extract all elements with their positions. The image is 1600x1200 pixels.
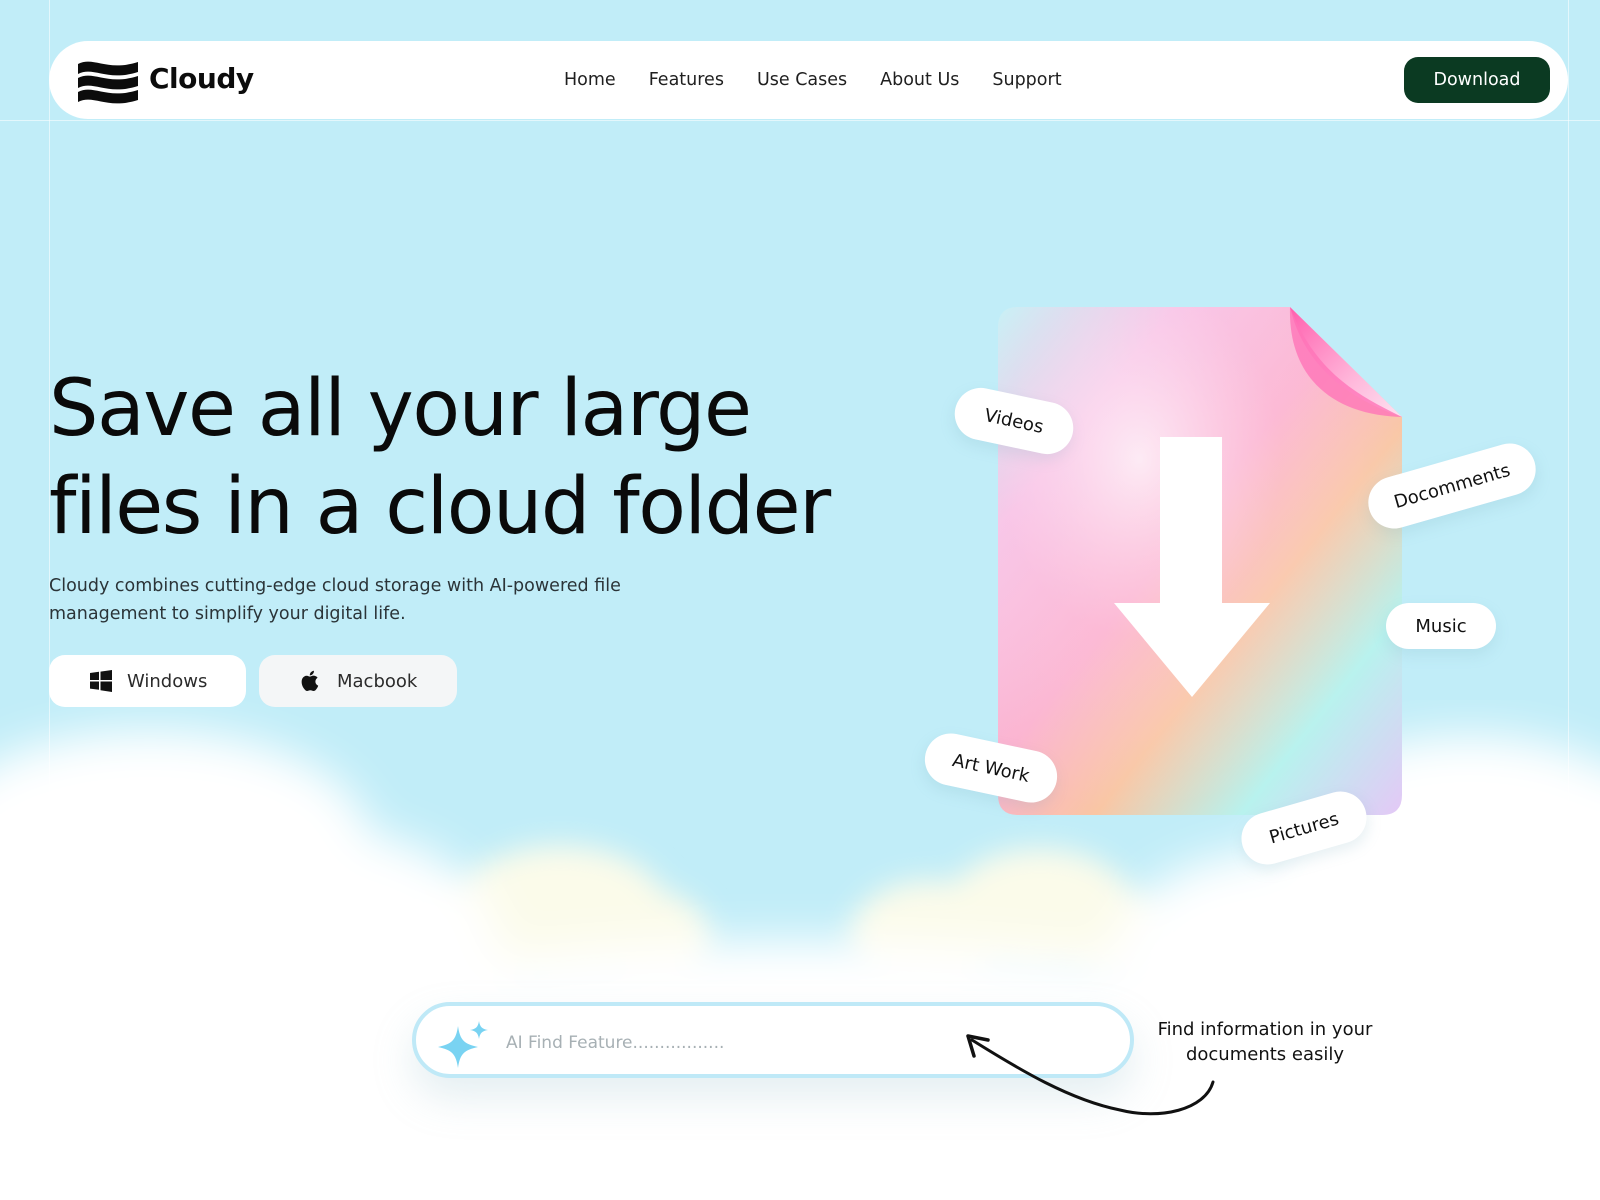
macbook-button-label: Macbook	[337, 670, 418, 692]
hero-subtitle: Cloudy combines cutting-edge cloud stora…	[49, 576, 621, 624]
windows-icon	[90, 670, 112, 692]
macbook-download-button[interactable]: Macbook	[259, 655, 457, 707]
holographic-file-download-icon	[998, 307, 1402, 815]
nav-link-support[interactable]: Support	[992, 70, 1061, 90]
wave-logo-icon[interactable]	[76, 58, 140, 104]
apple-icon	[301, 670, 319, 691]
guide-line-top	[0, 120, 1600, 121]
download-button[interactable]: Download	[1404, 57, 1550, 103]
nav-link-use-cases[interactable]: Use Cases	[757, 70, 847, 90]
windows-download-button[interactable]: Windows	[49, 655, 246, 707]
nav-link-features[interactable]: Features	[649, 70, 724, 90]
nav-link-about-us[interactable]: About Us	[880, 70, 959, 90]
main-menu: Home Features Use Cases About Us Support	[564, 41, 1095, 119]
hero-headline-line2: files in a cloud folder	[49, 462, 831, 552]
sparkle-icon	[438, 1021, 488, 1068]
navbar: Cloudy Home Features Use Cases About Us …	[49, 41, 1568, 119]
windows-button-label: Windows	[127, 670, 208, 692]
brand-name[interactable]: Cloudy	[149, 62, 254, 95]
hero-headline-line1: Save all your large	[49, 364, 752, 454]
curved-arrow-icon	[966, 1034, 1215, 1116]
hero-headline: Save all your large files in a cloud fol…	[49, 360, 949, 556]
tag-music[interactable]: Music	[1386, 603, 1496, 649]
nav-link-home[interactable]: Home	[564, 70, 616, 90]
